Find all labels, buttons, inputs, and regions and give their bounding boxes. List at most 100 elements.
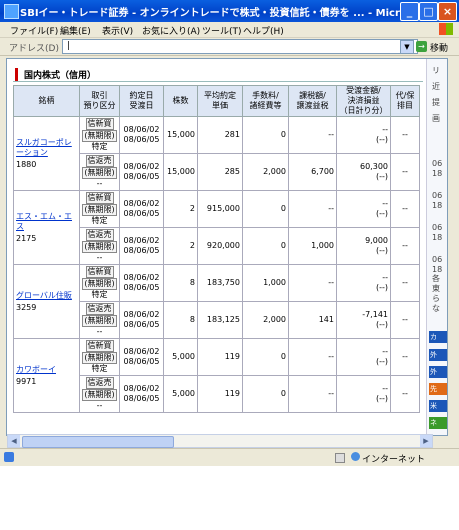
col-misc: 代/保 排目 (390, 85, 420, 117)
address-label: アドレス(D) (9, 44, 59, 54)
avg-price: 915,000 (197, 190, 243, 228)
trade-type: 信返売 (無期限) -- (79, 227, 120, 265)
col-shares: 株数 (163, 85, 198, 117)
trade-type: 信新買 (無期限) 特定 (79, 190, 120, 228)
shares: 15,000 (163, 116, 198, 154)
avg-price: 285 (197, 153, 243, 191)
tax: -- (288, 190, 337, 228)
page-content: 国内株式（信用） 銘柄 取引 預り区分 約定日 受渡日 株数 平均約定 単価 手数料/… (6, 58, 448, 436)
menu-tools[interactable]: ツール(T) (202, 24, 242, 37)
amount: -- (--) (336, 190, 391, 228)
amount: -- (--) (336, 116, 391, 154)
sidebar-button[interactable]: ネ (429, 417, 447, 429)
tax: -- (288, 264, 337, 302)
amount: -- (--) (336, 264, 391, 302)
shares: 8 (163, 301, 198, 339)
sidebar-text: 06 (432, 223, 443, 232)
stock-link[interactable]: スルガコーポレーション (16, 138, 77, 158)
misc: -- (390, 375, 420, 413)
menu-file[interactable]: ファイル(F) (10, 24, 58, 37)
tax: -- (288, 338, 337, 376)
scroll-right-icon[interactable]: ▶ (420, 435, 432, 447)
avg-price: 183,750 (197, 264, 243, 302)
sidebar-text: 06 (432, 159, 443, 168)
stock-link[interactable]: エス・エム・エス (16, 212, 77, 232)
amount: 60,300 (--) (336, 153, 391, 191)
close-button[interactable]: × (438, 2, 457, 21)
globe-icon (351, 452, 360, 461)
sidebar-text: 提 (432, 98, 440, 107)
status-bar: インターネット (0, 448, 459, 465)
col-tax: 課税額/譲渡益税 (288, 85, 337, 117)
horizontal-scrollbar[interactable]: ◀ ▶ (7, 434, 433, 448)
sidebar-button[interactable]: 先 (429, 383, 447, 395)
tax: 1,000 (288, 227, 337, 265)
address-input[interactable]: | (62, 39, 418, 54)
sidebar-button[interactable]: カ (429, 331, 447, 343)
stock-code: 3259 (16, 302, 37, 312)
window-title: SBIイー・トレード証券 - オンライントレードで株式・投資信託・債券を ...… (20, 8, 400, 19)
fee: 2,000 (242, 153, 289, 191)
shares: 5,000 (163, 375, 198, 413)
sidebar-text: な (432, 304, 440, 313)
fee: 0 (242, 190, 289, 228)
stock-link[interactable]: グローバル住販 (16, 291, 77, 301)
browser-window: SBIイー・トレード証券 - オンライントレードで株式・投資信託・債券を ...… (0, 0, 459, 466)
avg-price: 183,125 (197, 301, 243, 339)
menu-view[interactable]: 表示(V) (102, 24, 133, 37)
stock-code: 2175 (16, 233, 37, 243)
dates: 08/06/02 08/06/05 (119, 301, 164, 339)
page-status-icon (4, 452, 14, 462)
sidebar-text: 18 (432, 201, 443, 210)
avg-price: 119 (197, 338, 243, 376)
stock-code: 1880 (16, 159, 37, 169)
shares: 2 (163, 190, 198, 228)
avg-price: 920,000 (197, 227, 243, 265)
menu-favorites[interactable]: お気に入り(A) (142, 24, 200, 37)
menu-bar: ファイル(F) 編集(E) 表示(V) お気に入り(A) ツール(T) ヘルプ(… (0, 22, 459, 38)
minimize-button[interactable]: _ (400, 2, 419, 21)
address-dropdown-icon[interactable]: ▼ (400, 40, 414, 54)
shares: 2 (163, 227, 198, 265)
sidebar-button[interactable]: 外 (429, 366, 447, 378)
stock-link[interactable]: カワボーイ (16, 365, 77, 375)
sidebar-text: 画 (432, 114, 440, 123)
sidebar-button[interactable]: 米 (429, 400, 447, 412)
fee: 0 (242, 116, 289, 154)
scroll-thumb[interactable] (22, 436, 174, 448)
scroll-left-icon[interactable]: ◀ (8, 435, 20, 447)
stock-cell: グローバル住販 3259 (13, 264, 80, 339)
tax: -- (288, 375, 337, 413)
menu-help[interactable]: ヘルプ(H) (243, 24, 284, 37)
table-row: グローバル住販 3259 信新買 (無期限) 特定 08/06/02 08/06/05… (13, 264, 420, 339)
sidebar-text: 近 (432, 82, 440, 91)
stock-code: 9971 (16, 376, 37, 386)
fee: 2,000 (242, 301, 289, 339)
go-arrow-icon[interactable]: → (416, 41, 427, 52)
tax: 141 (288, 301, 337, 339)
misc: -- (390, 116, 420, 154)
dates: 08/06/02 08/06/05 (119, 338, 164, 376)
trade-type: 信返売 (無期限) -- (79, 153, 120, 191)
security-zone: インターネット (362, 455, 426, 465)
browser-icon (4, 4, 19, 19)
stock-cell: スルガコーポレーション 1880 (13, 116, 80, 191)
menu-edit[interactable]: 編集(E) (60, 24, 91, 37)
address-bar: アドレス(D) | ▼ → 移動 (0, 38, 459, 56)
title-bar: SBIイー・トレード証券 - オンライントレードで株式・投資信託・債券を ...… (0, 0, 459, 22)
section-divider (13, 81, 423, 82)
trade-type: 信返売 (無期限) -- (79, 375, 120, 413)
amount: -7,141 (--) (336, 301, 391, 339)
misc: -- (390, 338, 420, 376)
sidebar-text: リ (432, 66, 440, 75)
dates: 08/06/02 08/06/05 (119, 190, 164, 228)
sidebar-button[interactable]: 外 (429, 349, 447, 361)
sidebar-text: 06 (432, 255, 443, 264)
col-fee: 手数料/諸経費等 (242, 85, 289, 117)
dates: 08/06/02 08/06/05 (119, 153, 164, 191)
stock-cell: カワボーイ 9971 (13, 338, 80, 413)
shares: 8 (163, 264, 198, 302)
fee: 0 (242, 227, 289, 265)
go-button[interactable]: 移動 (430, 41, 448, 54)
maximize-button[interactable]: □ (419, 2, 438, 21)
